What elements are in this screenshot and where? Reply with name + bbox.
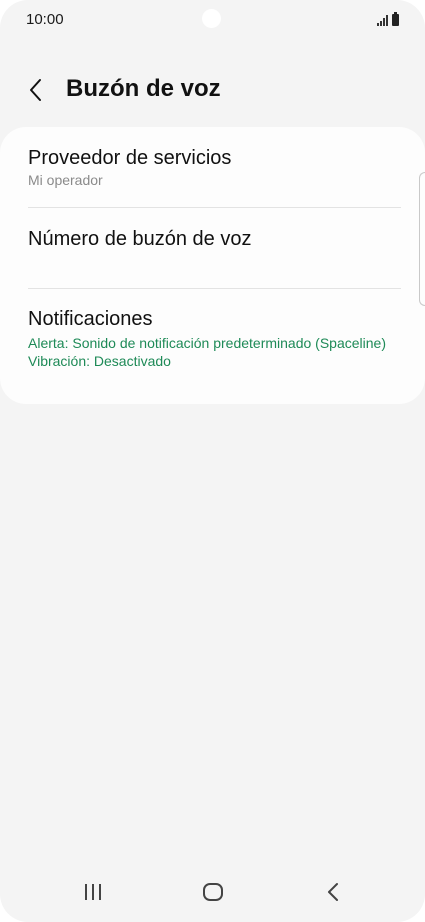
recent-apps-icon <box>85 884 101 900</box>
recent-apps-button[interactable] <box>73 878 113 906</box>
back-icon <box>328 883 338 901</box>
status-time: 10:00 <box>26 11 64 28</box>
phone-screen: 10:00 Buzón de voz Proveedor de servicio… <box>0 0 425 922</box>
camera-cutout <box>202 9 221 28</box>
provider-title: Proveedor de servicios <box>28 147 232 169</box>
back-button[interactable] <box>18 72 54 108</box>
status-icons <box>377 12 399 26</box>
page-title: Buzón de voz <box>66 75 221 102</box>
nav-back-button[interactable] <box>313 878 353 906</box>
notifications-title: Notificaciones <box>28 308 153 330</box>
provider-subtitle: Mi operador <box>28 172 103 188</box>
scroll-indicator[interactable] <box>419 172 425 306</box>
home-button[interactable] <box>193 878 233 906</box>
home-icon <box>203 883 223 901</box>
notifications-alert: Alerta: Sonido de notificación predeterm… <box>28 335 386 351</box>
voicemail-number-title: Número de buzón de voz <box>28 228 252 250</box>
provider-setting[interactable]: Proveedor de servicios Mi operador <box>0 146 425 189</box>
settings-card: Proveedor de servicios Mi operador Númer… <box>0 127 425 404</box>
chevron-left-icon <box>30 79 41 101</box>
status-bar: 10:00 <box>0 0 425 40</box>
signal-icon <box>377 14 388 26</box>
divider <box>28 207 401 208</box>
voicemail-number-setting[interactable]: Número de buzón de voz <box>0 227 425 251</box>
app-header: Buzón de voz <box>0 66 425 114</box>
navigation-bar <box>0 860 425 922</box>
notifications-setting[interactable]: Notificaciones Alerta: Sonido de notific… <box>0 307 425 370</box>
battery-icon <box>392 12 399 26</box>
divider <box>28 288 401 289</box>
notifications-vibration: Vibración: Desactivado <box>28 353 171 369</box>
